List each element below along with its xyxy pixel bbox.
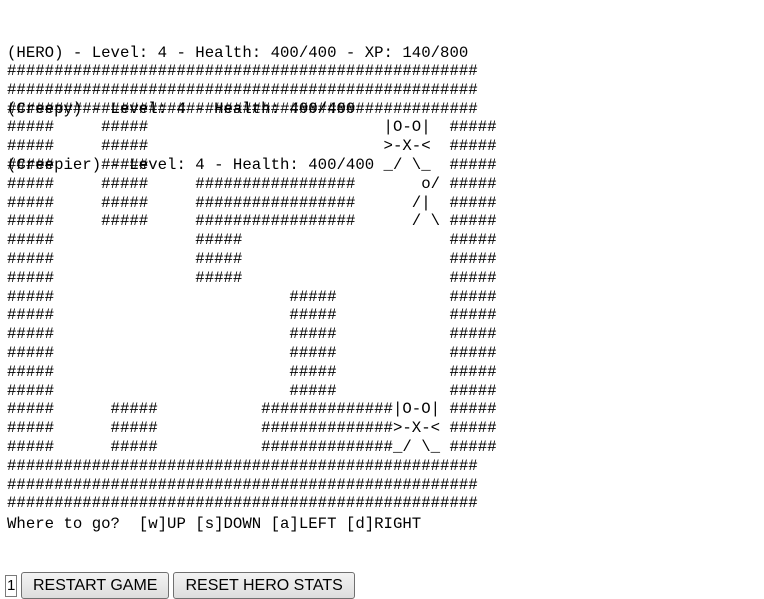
map-row: ########################################…: [7, 475, 478, 494]
map-row: ##### ##### _/ \_ #####: [7, 155, 497, 174]
map-row: ########################################…: [7, 62, 478, 80]
map-row: ########################################…: [7, 99, 478, 118]
map-row: ##### ##### >-X-< #####: [7, 137, 497, 156]
map-row: ##### ##### #####: [7, 381, 497, 400]
map-row: ##### ##### #####: [7, 287, 497, 306]
move-prompt: Where to go? [w]UP [s]DOWN [a]LEFT [d]RI…: [7, 515, 422, 533]
map-row: ##### ##### ##############|O-O| #####: [7, 400, 497, 419]
reset-hero-stats-button[interactable]: RESET HERO STATS: [173, 572, 355, 599]
map-row: ########################################…: [7, 494, 478, 513]
map-row: ##### ##### #####: [7, 306, 497, 325]
map-row: ##### ##### #####: [7, 268, 497, 287]
map-row: ##### ##### |O-O| #####: [7, 118, 497, 137]
map-row: ##### ##### #####: [7, 231, 497, 250]
hero-stats: (HERO) - Level: 4 - Health: 400/400 - XP…: [7, 43, 469, 62]
map-row: ##### ##### ##############>-X-< #####: [7, 419, 497, 438]
game-map: ########################################…: [7, 62, 497, 513]
map-row: ##### ##### ################# o/ #####: [7, 174, 497, 193]
map-row: ##### ##### #####: [7, 362, 497, 381]
map-row: ########################################…: [7, 456, 478, 475]
map-row: ########################################…: [7, 80, 478, 99]
map-row: ##### ##### #####: [7, 325, 497, 344]
map-row: ##### ##### ################# / \ #####: [7, 212, 497, 231]
command-input[interactable]: [5, 574, 17, 597]
map-row: ##### ##### #####: [7, 343, 497, 362]
map-row: ##### ##### #####: [7, 249, 497, 268]
map-row: ##### ##### ##############_/ \_ #####: [7, 437, 497, 456]
restart-game-button[interactable]: RESTART GAME: [21, 572, 170, 599]
map-row: ##### ##### ################# /| #####: [7, 193, 497, 212]
controls-bar: RESTART GAME RESET HERO STATS: [5, 572, 355, 599]
